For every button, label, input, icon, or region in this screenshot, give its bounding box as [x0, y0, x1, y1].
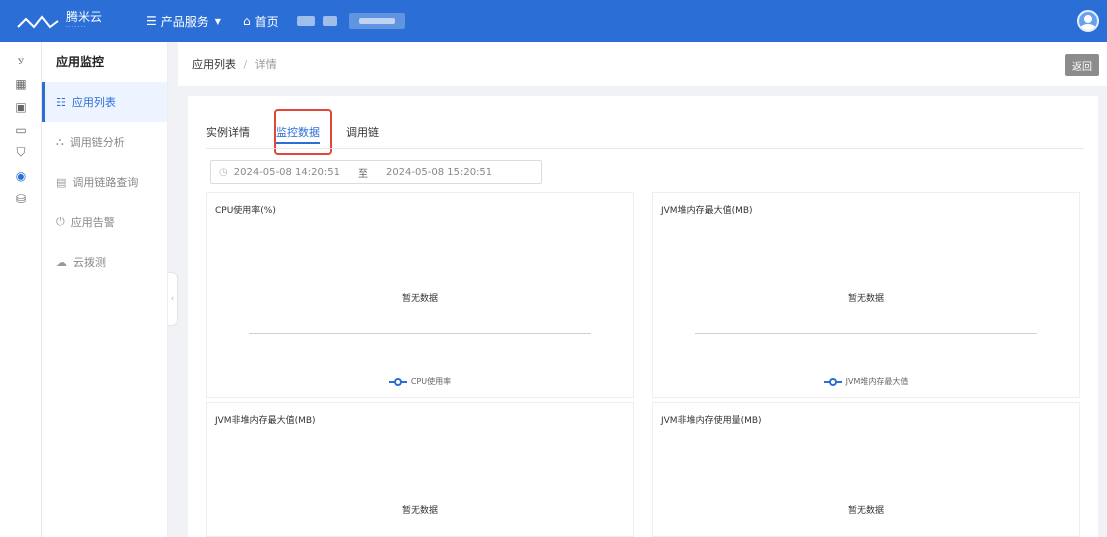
- grid-icon[interactable]: ▦: [0, 73, 42, 94]
- product-services-menu[interactable]: ☰ 产品服务 ▼: [146, 13, 225, 30]
- user-avatar[interactable]: [1077, 10, 1099, 32]
- logo-text: 腾米云: [66, 10, 103, 24]
- empty-state-text: 暂无数据: [401, 506, 438, 516]
- chart-legend[interactable]: CPU使用率: [207, 376, 633, 387]
- legend-label: JVM堆内存最大值: [845, 377, 909, 386]
- tab-call-chain[interactable]: 调用链: [346, 118, 379, 148]
- sidebar-item-label: 云拨测: [73, 256, 106, 269]
- database-icon[interactable]: ⛁: [0, 188, 42, 209]
- brand-logo[interactable]: 腾米云 ·······: [16, 11, 146, 31]
- shield-icon[interactable]: ⛉: [0, 142, 42, 163]
- chart-card-jvm-nonheap-used: JVM非堆内存使用量(MB) 暂无数据: [652, 402, 1080, 537]
- monitor-icon[interactable]: ◉: [0, 165, 42, 186]
- chart-axis-line: [249, 333, 591, 334]
- sidebar-title: 应用监控: [56, 55, 105, 69]
- empty-state-text: 暂无数据: [847, 506, 884, 516]
- sidebar-item-dial-test[interactable]: ☁ 云拨测: [42, 242, 167, 282]
- list-icon: ☷: [56, 95, 66, 109]
- users-icon[interactable]: ꭹ: [0, 50, 42, 71]
- document-icon[interactable]: ▣: [0, 96, 42, 117]
- tab-divider: [206, 148, 1084, 149]
- back-button[interactable]: 返回: [1065, 54, 1099, 76]
- redacted-box[interactable]: [348, 13, 405, 29]
- detail-panel: 实例详情 监控数据 调用链 ◷ 2024-05-08 14:20:51 至 20…: [188, 96, 1098, 537]
- top-navigation-bar: 腾米云 ······· ☰ 产品服务 ▼ ⌂ 首页: [0, 0, 1107, 42]
- date-range-picker[interactable]: ◷ 2024-05-08 14:20:51 至 2024-05-08 15:20…: [210, 160, 542, 184]
- sidebar-item-app-list[interactable]: ☷ 应用列表: [42, 82, 167, 122]
- sidebar-item-label: 应用列表: [71, 96, 116, 109]
- table-icon: ▤: [56, 175, 67, 189]
- chart-title: CPU使用率(%): [215, 206, 276, 216]
- breadcrumb: 应用列表 / 详情: [192, 56, 277, 72]
- chat-icon[interactable]: ▭: [0, 119, 42, 140]
- home-link[interactable]: ⌂ 首页: [243, 13, 279, 30]
- legend-marker-icon: [823, 377, 842, 386]
- sidebar-item-trace-analysis[interactable]: ⛬ 调用链分析: [42, 122, 167, 162]
- secondary-sidebar: 应用监控 ☷ 应用列表 ⛬ 调用链分析 ▤ 调用链路查询 ⏻ 应用告警 ☁ 云拨…: [42, 42, 168, 537]
- chart-card-jvm-heap-max: JVM堆内存最大值(MB) 暂无数据 JVM堆内存最大值: [652, 192, 1080, 398]
- sidebar-collapse-handle[interactable]: ‹: [168, 272, 178, 326]
- sidebar-item-alerts[interactable]: ⏻ 应用告警: [42, 202, 167, 242]
- alert-icon: ⏻: [56, 215, 65, 228]
- breadcrumb-separator: /: [243, 58, 248, 71]
- redacted-item[interactable]: [322, 16, 337, 26]
- sidebar-item-label: 调用链分析: [69, 136, 125, 149]
- chart-title: JVM堆内存最大值(MB): [661, 206, 753, 216]
- sidebar-item-trace-query[interactable]: ▤ 调用链路查询: [42, 162, 167, 202]
- chart-title: JVM非堆内存使用量(MB): [661, 416, 762, 426]
- redacted-item[interactable]: [296, 16, 315, 26]
- chart-title: JVM非堆内存最大值(MB): [215, 416, 316, 426]
- breadcrumb-root[interactable]: 应用列表: [192, 58, 236, 71]
- page-header: 应用列表 / 详情 返回: [178, 42, 1107, 86]
- date-range-end[interactable]: 2024-05-08 15:20:51: [386, 167, 492, 178]
- home-label: 首页: [254, 14, 279, 29]
- legend-label: CPU使用率: [410, 377, 452, 386]
- chart-axis-line: [695, 333, 1037, 334]
- clock-icon: ◷: [219, 166, 228, 178]
- empty-state-text: 暂无数据: [847, 294, 884, 304]
- chart-card-cpu: CPU使用率(%) 暂无数据 CPU使用率: [206, 192, 634, 398]
- home-icon: ⌂: [242, 14, 251, 28]
- menu-icon: ☰: [146, 14, 157, 28]
- sidebar-item-label: 应用告警: [70, 216, 115, 229]
- chart-card-jvm-nonheap-max: JVM非堆内存最大值(MB) 暂无数据: [206, 402, 634, 537]
- breadcrumb-current: 详情: [254, 58, 277, 71]
- icon-rail: ꭹ ▦ ▣ ▭ ⛉ ◉ ⛁: [0, 42, 42, 537]
- sidebar-item-label: 调用链路查询: [72, 176, 139, 189]
- date-range-separator: 至: [357, 168, 368, 180]
- logo-subtext: ·······: [66, 24, 87, 31]
- chart-legend[interactable]: JVM堆内存最大值: [653, 376, 1079, 387]
- product-services-label: 产品服务: [160, 14, 209, 29]
- date-range-start[interactable]: 2024-05-08 14:20:51: [234, 167, 340, 178]
- chevron-left-icon: ‹: [170, 294, 175, 304]
- tab-instance-details[interactable]: 实例详情: [206, 118, 250, 148]
- chevron-down-icon: ▼: [214, 16, 221, 26]
- topology-icon: ⛬: [56, 135, 64, 148]
- empty-state-text: 暂无数据: [401, 294, 438, 304]
- logo-icon: [17, 15, 59, 29]
- cloud-icon: ☁: [56, 255, 67, 269]
- legend-marker-icon: [388, 377, 407, 386]
